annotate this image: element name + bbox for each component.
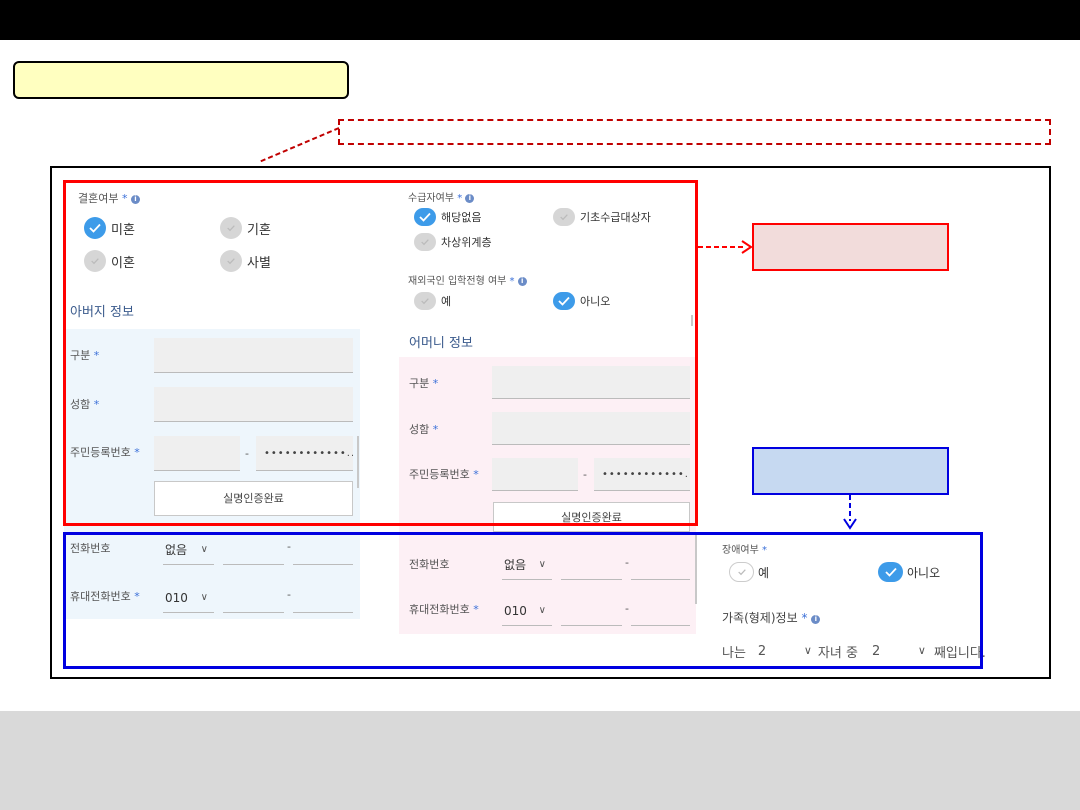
- top-bar: [0, 0, 1080, 40]
- blue-callout-box: [752, 447, 949, 495]
- red-highlight-box: [63, 180, 698, 526]
- title-box: [13, 61, 349, 99]
- note-box: [338, 119, 1051, 145]
- blue-highlight-box: [63, 532, 983, 669]
- footer-area: [0, 711, 1080, 810]
- red-callout-box: [752, 223, 949, 271]
- blue-arrow: [843, 495, 857, 530]
- note-connector: [258, 127, 340, 163]
- red-arrow: [698, 240, 753, 254]
